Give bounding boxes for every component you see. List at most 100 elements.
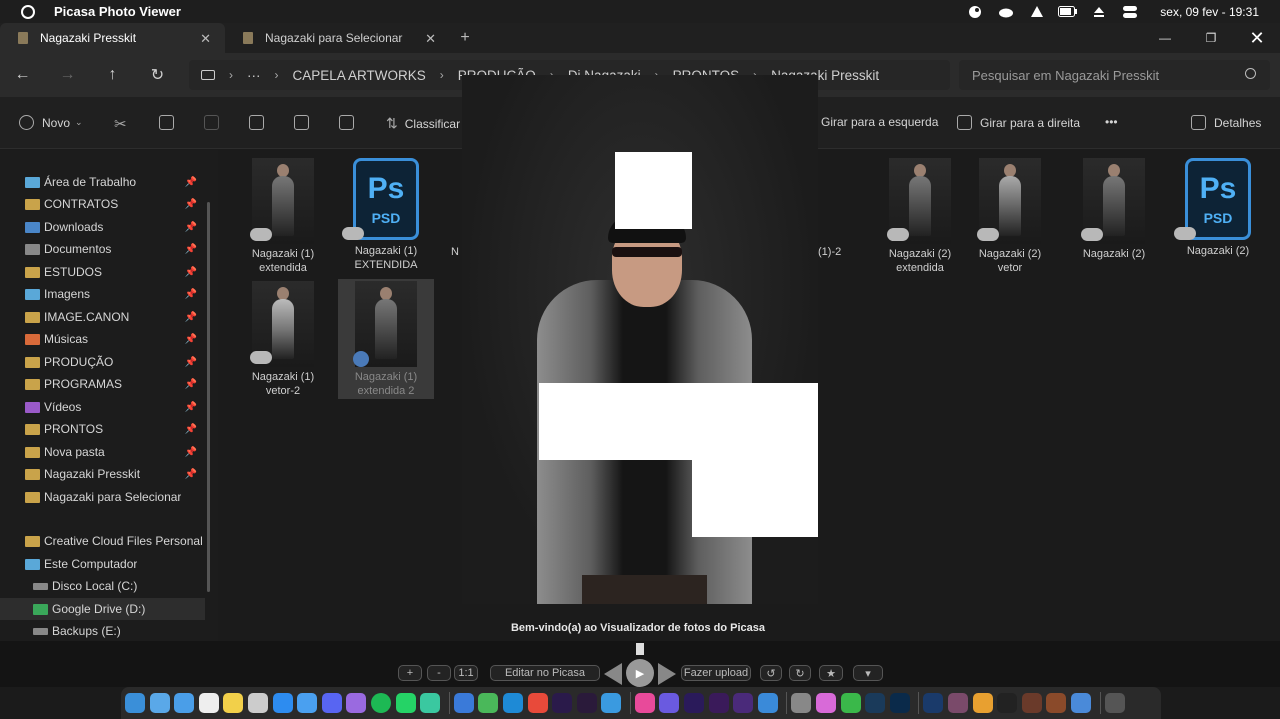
- sidebar-item-musicas[interactable]: Músicas 📌: [0, 328, 205, 350]
- rename-button[interactable]: [249, 115, 272, 130]
- refresh-button[interactable]: ↻: [135, 65, 180, 85]
- file-item[interactable]: Nagazaki (2): [1066, 158, 1162, 261]
- photoshop-icon[interactable]: [889, 693, 910, 713]
- lightroom-icon[interactable]: [865, 693, 886, 713]
- photos-icon[interactable]: [816, 693, 837, 713]
- rotate-left-viewer-button[interactable]: ↺: [760, 665, 782, 681]
- next-photo-icon[interactable]: [658, 663, 676, 685]
- sidebar-item-nagazaki-presskit[interactable]: Nagazaki Presskit 📌: [0, 463, 205, 485]
- new-button[interactable]: Novo ⌄: [19, 115, 83, 130]
- game-icon[interactable]: [948, 693, 968, 713]
- rotate-left-button[interactable]: Girar para a esquerda: [821, 115, 938, 129]
- file-name-partial[interactable]: N: [451, 246, 459, 258]
- minimize-button[interactable]: —: [1142, 31, 1188, 45]
- trash-dock-icon[interactable]: [1104, 693, 1125, 713]
- steam-icon[interactable]: [964, 5, 986, 19]
- upload-button[interactable]: Fazer upload: [681, 665, 751, 681]
- premiere-alt-icon[interactable]: [708, 693, 729, 713]
- file-item-selected[interactable]: Nagazaki (1) extendida 2: [338, 279, 434, 399]
- sidebar-item-imagens[interactable]: Imagens 📌: [0, 283, 205, 305]
- file-item[interactable]: Ps PSD Nagazaki (1) EXTENDIDA: [338, 158, 434, 272]
- overflow-icon[interactable]: ···: [247, 68, 261, 83]
- close-tab-icon[interactable]: ✕: [425, 31, 436, 47]
- delete-button[interactable]: [339, 115, 362, 130]
- stickies-icon[interactable]: [223, 693, 244, 713]
- cut-button[interactable]: ✂: [114, 115, 127, 133]
- safari-icon[interactable]: [149, 693, 170, 713]
- files-icon[interactable]: [453, 693, 474, 713]
- after-effects-icon[interactable]: [552, 693, 573, 713]
- chatgpt-icon[interactable]: [420, 693, 441, 713]
- file-item[interactable]: Ps PSD Nagazaki (2): [1170, 158, 1266, 258]
- whatsapp-icon[interactable]: [395, 693, 416, 713]
- preview-icon[interactable]: [1070, 693, 1091, 713]
- app-name[interactable]: Picasa Photo Viewer: [54, 4, 181, 19]
- actual-size-button[interactable]: 1:1: [454, 665, 478, 681]
- battery-icon[interactable]: [1057, 5, 1079, 19]
- discord-icon[interactable]: [321, 693, 342, 713]
- forward-button[interactable]: →: [45, 66, 90, 84]
- play-slideshow-button[interactable]: ▶: [626, 659, 654, 687]
- after-effects-alt-icon[interactable]: [684, 693, 705, 713]
- sidebar-item-contratos[interactable]: CONTRATOS 📌: [0, 193, 205, 215]
- sort-button[interactable]: ⇅ Classificar: [386, 115, 460, 132]
- close-tab-icon[interactable]: ✕: [200, 31, 211, 47]
- zoom-in-button[interactable]: +: [398, 665, 422, 681]
- edit-in-picasa-button[interactable]: Editar no Picasa: [490, 665, 600, 681]
- media-encoder-icon[interactable]: [733, 693, 754, 713]
- spotify-icon[interactable]: [370, 693, 391, 713]
- sidebar-item-videos[interactable]: Vídeos 📌: [0, 396, 205, 418]
- file-name-partial[interactable]: (1)-2: [818, 246, 841, 258]
- capcut-icon[interactable]: [527, 693, 548, 713]
- sidebar-item-nova-pasta[interactable]: Nova pasta 📌: [0, 441, 205, 463]
- icloud-icon[interactable]: [174, 693, 195, 713]
- close-window-button[interactable]: ✕: [1234, 28, 1280, 49]
- folder-app-icon[interactable]: [601, 693, 622, 713]
- more-viewer-button[interactable]: ▾: [853, 665, 883, 681]
- sidebar-item-area-de-trabalho[interactable]: Área de Trabalho 📌: [0, 171, 205, 193]
- calculator-icon[interactable]: [247, 693, 268, 713]
- new-tab-button[interactable]: +: [450, 23, 480, 53]
- instagram-icon[interactable]: [634, 693, 655, 713]
- finder-alt-icon[interactable]: [791, 693, 812, 713]
- premiere-icon[interactable]: [576, 693, 597, 713]
- previous-photo-icon[interactable]: [604, 663, 622, 685]
- sheets-icon[interactable]: [478, 693, 499, 713]
- game-launcher-icon[interactable]: [1021, 693, 1042, 713]
- paste-button[interactable]: [204, 115, 227, 130]
- game-launcher-alt-icon[interactable]: [1046, 693, 1067, 713]
- copy-button[interactable]: [159, 115, 182, 130]
- creative-app-icon[interactable]: [659, 693, 680, 713]
- notes-icon[interactable]: [198, 693, 219, 713]
- sidebar-item-creative-cloud[interactable]: Creative Cloud Files Personal Ac: [0, 530, 205, 552]
- file-item[interactable]: Nagazaki (2) vetor: [962, 158, 1058, 275]
- rotate-right-viewer-button[interactable]: ↻: [789, 665, 811, 681]
- drive-icon[interactable]: [1026, 5, 1048, 19]
- sidebar-item-programas[interactable]: PROGRAMAS 📌: [0, 373, 205, 395]
- sidebar-item-prontos[interactable]: PRONTOS 📌: [0, 418, 205, 440]
- tab-nagazaki-para-selecionar[interactable]: Nagazaki para Selecionar ✕: [225, 23, 450, 53]
- sidebar-item-producao[interactable]: PRODUÇÃO 📌: [0, 351, 205, 373]
- file-item[interactable]: Nagazaki (2) extendida: [872, 158, 968, 275]
- cloud-sync-icon[interactable]: [995, 5, 1017, 19]
- sidebar-item-este-computador[interactable]: Este Computador: [0, 553, 205, 575]
- sidebar-item-google-drive[interactable]: Google Drive (D:): [0, 598, 205, 620]
- game-alt-icon[interactable]: [972, 693, 993, 713]
- zoom-out-button[interactable]: -: [427, 665, 451, 681]
- edge-icon[interactable]: [502, 693, 523, 713]
- share-button[interactable]: [294, 115, 317, 130]
- tab-nagazaki-presskit[interactable]: Nagazaki Presskit ✕: [0, 23, 225, 53]
- vpn-icon[interactable]: [757, 693, 778, 713]
- search-input[interactable]: Pesquisar em Nagazaki Presskit: [959, 60, 1270, 90]
- maximize-button[interactable]: ❐: [1188, 31, 1234, 45]
- sidebar-item-disco-local[interactable]: Disco Local (C:): [0, 575, 205, 597]
- sidebar-item-downloads[interactable]: Downloads 📌: [0, 216, 205, 238]
- finder-icon[interactable]: [125, 693, 145, 713]
- riot-icon[interactable]: [997, 693, 1018, 713]
- star-button[interactable]: ★: [819, 665, 843, 681]
- app-store-icon[interactable]: [272, 693, 293, 713]
- messenger-icon[interactable]: [297, 693, 318, 713]
- filmstrip-thumbnail[interactable]: [636, 643, 644, 655]
- sidebar-item-nagazaki-para-selecionar[interactable]: Nagazaki para Selecionar: [0, 486, 205, 508]
- browser-icon[interactable]: [346, 693, 367, 713]
